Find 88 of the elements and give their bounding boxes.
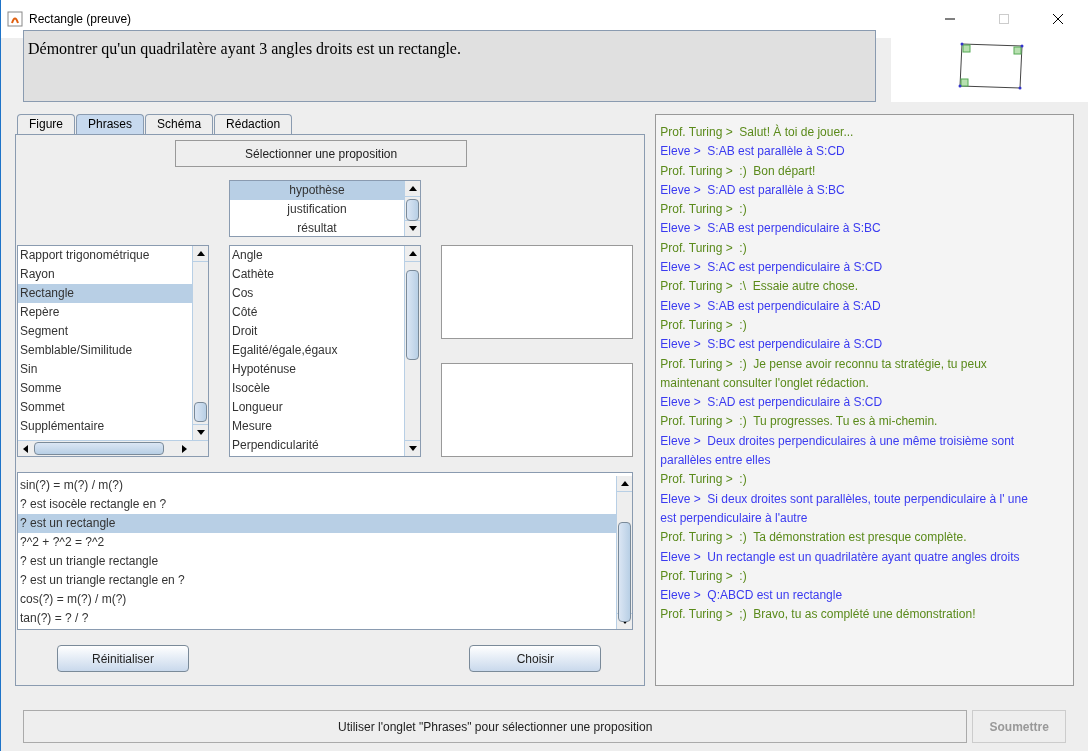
- chat-message: Prof. Turing > Salut! À toi de jouer...: [660, 123, 855, 141]
- scrollbar[interactable]: [404, 246, 420, 456]
- problem-statement: Démontrer qu'un quadrilatère ayant 3 angles droits est un rectangle.: [23, 30, 876, 102]
- list-item[interactable]: Hypoténuse: [230, 360, 404, 379]
- horizontal-scrollbar[interactable]: [18, 440, 208, 456]
- chat-message: Prof. Turing > :): [660, 471, 748, 489]
- up-arrow-icon[interactable]: [620, 481, 629, 486]
- list-item[interactable]: Semblable/Similitude: [18, 341, 192, 360]
- list-item[interactable]: cos(?) = m(?) / m(?): [18, 590, 616, 609]
- close-icon[interactable]: [1052, 13, 1064, 25]
- list-item[interactable]: justification: [230, 200, 404, 219]
- chat-message: Eleve > Q:ABCD est un rectangle: [660, 587, 844, 605]
- chat-message: Prof. Turing > :) Ta démonstration est presque complète.: [660, 529, 968, 547]
- list-item[interactable]: Sommet: [18, 398, 192, 417]
- chat-message: Eleve > S:AB est perpendiculaire à S:AD: [660, 297, 882, 315]
- list-item[interactable]: Rayon: [18, 265, 192, 284]
- list-item[interactable]: Segment: [18, 322, 192, 341]
- chat-message: Eleve > S:AD est perpendiculaire à S:CD: [660, 394, 884, 412]
- list-item[interactable]: Cos: [230, 284, 404, 303]
- scrollbar[interactable]: [616, 476, 632, 629]
- up-arrow-icon[interactable]: [408, 186, 417, 191]
- choose-button[interactable]: Choisir: [469, 645, 602, 672]
- list-item[interactable]: sin(?) = m(?) / m(?): [18, 476, 616, 495]
- sentence-list[interactable]: sin(?) = m(?) / m(?) ? est isocèle rectangle en ? ? est un rectangle ?^2 + ?^2 = ?^2 ? est un triangle rectangle ? est un triangle rectangle en ? cos(?) = m(?) / m(?) tan(?) = ? / ?: [17, 472, 633, 630]
- app-icon: [7, 11, 23, 27]
- chat-message: Eleve > S:AB est parallèle à S:CD: [660, 143, 846, 161]
- scroll-thumb[interactable]: [618, 522, 631, 622]
- role-list[interactable]: hypothèse justification résultat: [229, 180, 421, 237]
- chat-message: Prof. Turing > :) Je pense avoir reconnu ta stratégie, tu peux maintenant consulter l'onglet rédaction.: [660, 355, 988, 392]
- concept-list[interactable]: Rapport trigonométrique Rayon Rectangle Repère Segment Semblable/Similitude Sin Somme Sommet Supplémentaire: [17, 245, 209, 457]
- chat-message: Prof. Turing > :): [660, 201, 748, 219]
- status-bar: Utiliser l'onglet "Phrases" pour sélectionner une proposition: [23, 710, 968, 743]
- chat-message: Eleve > Si deux droites sont parallèles, toute perpendiculaire à l' une est perpendiculaire à l'autre: [660, 490, 1028, 527]
- list-item[interactable]: ? est un rectangle: [18, 514, 616, 533]
- list-item[interactable]: Sin: [18, 360, 192, 379]
- list-item[interactable]: hypothèse: [230, 181, 404, 200]
- window-title: Rectangle (preuve): [29, 11, 132, 28]
- list-item[interactable]: Perpendicularité: [230, 436, 404, 455]
- chat-message: Eleve > Un rectangle est un quadrilatère ayant quatre angles droits: [660, 548, 1021, 566]
- list-item[interactable]: Longueur: [230, 398, 404, 417]
- chat-message: Prof. Turing > ;) Bravo, tu as complété une démonstration!: [660, 606, 977, 624]
- scroll-thumb[interactable]: [406, 199, 419, 221]
- list-item[interactable]: Cathète: [230, 265, 404, 284]
- list-item[interactable]: Angle: [230, 246, 404, 265]
- list-item[interactable]: ? est un triangle rectangle: [18, 552, 616, 571]
- tab[interactable]: Phrases: [76, 114, 145, 134]
- list-item[interactable]: ? est un triangle rectangle en ?: [18, 571, 616, 590]
- list-item[interactable]: Droit: [230, 322, 404, 341]
- list-item[interactable]: Rectangle: [18, 284, 192, 303]
- up-arrow-icon[interactable]: [196, 251, 205, 256]
- list-item[interactable]: Côté: [230, 303, 404, 322]
- list-item[interactable]: ? est isocèle rectangle en ?: [18, 495, 616, 514]
- chat-message: Prof. Turing > :\ Essaie autre chose.: [660, 278, 860, 296]
- down-arrow-icon[interactable]: [408, 226, 417, 231]
- up-arrow-icon[interactable]: [408, 251, 417, 256]
- scroll-thumb[interactable]: [194, 402, 207, 422]
- list-item[interactable]: Egalité/égale,égaux: [230, 341, 404, 360]
- list-item[interactable]: Isocèle: [230, 379, 404, 398]
- term-list[interactable]: Angle Cathète Cos Côté Droit Egalité/égale,égaux Hypoténuse Isocèle Longueur Mesure Perpendicularité: [229, 245, 421, 457]
- list-item[interactable]: ?^2 + ?^2 = ?^2: [18, 533, 616, 552]
- list-item[interactable]: tan(?) = ? / ?: [18, 609, 616, 628]
- down-arrow-icon[interactable]: [196, 430, 205, 435]
- chat-message: Eleve > S:AD est parallèle à S:BC: [660, 181, 846, 199]
- scroll-thumb[interactable]: [34, 442, 164, 455]
- scrollbar[interactable]: [404, 181, 420, 236]
- chat-message: Prof. Turing > :): [660, 567, 748, 585]
- chat-message: Prof. Turing > :) Bon départ!: [660, 162, 817, 180]
- list-item[interactable]: résultat: [230, 219, 404, 236]
- tab[interactable]: Rédaction: [214, 114, 293, 134]
- chat-message: Eleve > S:BC est perpendiculaire à S:CD: [660, 336, 884, 354]
- list-item[interactable]: Mesure: [230, 417, 404, 436]
- chat-message: Eleve > S:AB est perpendiculaire à S:BC: [660, 220, 882, 238]
- chat-message: Prof. Turing > :): [660, 316, 748, 334]
- tab[interactable]: Schéma: [145, 114, 214, 134]
- chat-message: Prof. Turing > :) Tu progresses. Tu es à mi-chemin.: [660, 413, 939, 431]
- chat-message: Prof. Turing > :): [660, 239, 748, 257]
- scrollbar[interactable]: [192, 246, 208, 440]
- list-item[interactable]: Rapport trigonométrique: [18, 246, 192, 265]
- chat-message: Eleve > S:AC est perpendiculaire à S:CD: [660, 259, 884, 277]
- list-item[interactable]: Somme: [18, 379, 192, 398]
- reset-button[interactable]: Réinitialiser: [57, 645, 189, 672]
- scroll-thumb[interactable]: [406, 270, 419, 360]
- chat-message: Eleve > Deux droites perpendiculaires à une même troisième sont parallèles entre elles: [660, 432, 1016, 470]
- select-proposition-button[interactable]: Sélectionner une proposition: [175, 140, 468, 167]
- list-item[interactable]: Repère: [18, 303, 192, 322]
- tab[interactable]: Figure: [17, 114, 75, 134]
- down-arrow-icon[interactable]: [408, 446, 417, 451]
- list-item[interactable]: Supplémentaire: [18, 417, 192, 436]
